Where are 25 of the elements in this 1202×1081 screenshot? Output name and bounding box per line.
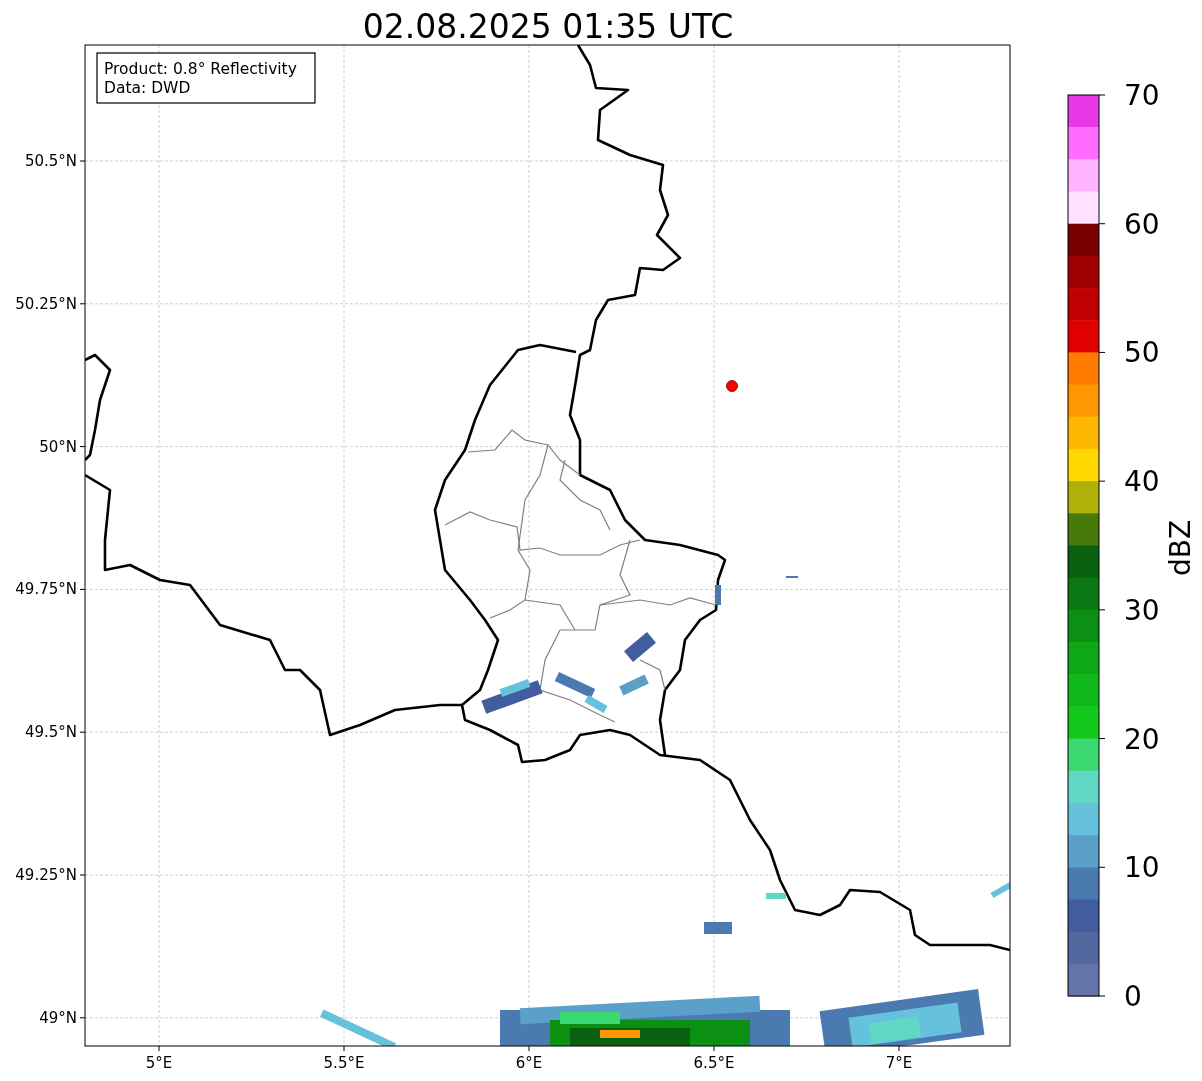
axis-tick-label: 50.25°N: [15, 294, 77, 313]
axis-tick-label: 5°E: [145, 1054, 173, 1072]
colorbar-tick-label: 0: [1124, 980, 1142, 1013]
colorbar-tick-label: 60: [1124, 207, 1160, 241]
axis-tick-label: 50°N: [39, 437, 77, 456]
axis-tick-label: 5.5°E: [323, 1054, 365, 1072]
axis-tick-label: 6°E: [515, 1054, 543, 1072]
axis-tick-label: 50.5°N: [24, 152, 77, 170]
info-text: Product: 0.8° Reflectivity: [104, 60, 297, 78]
colorbar-tick-label: 10: [1124, 851, 1160, 885]
radar-site-marker: [726, 380, 738, 392]
colorbar-tick-label: 40: [1124, 465, 1160, 499]
chart-title: 02.08.2025 01:35 UTC: [362, 7, 734, 46]
axis-tick-label: 49.75°N: [15, 580, 77, 599]
colorbar-label: dBZ: [1164, 519, 1197, 577]
colorbar-tick-label: 70: [1124, 79, 1160, 112]
axis-tick-label: 49.5°N: [24, 723, 77, 742]
axis-tick-label: 49.25°N: [15, 866, 77, 884]
info-text: Data: DWD: [104, 79, 191, 97]
colorbar-tick-label: 50: [1124, 336, 1160, 370]
colorbar-tick-label: 20: [1124, 722, 1160, 756]
axis-tick-label: 49°N: [39, 1008, 77, 1027]
axis-tick-label: 7°E: [885, 1054, 913, 1072]
axis-tick-label: 6.5°E: [693, 1054, 735, 1072]
colorbar-tick-label: 30: [1124, 593, 1160, 627]
